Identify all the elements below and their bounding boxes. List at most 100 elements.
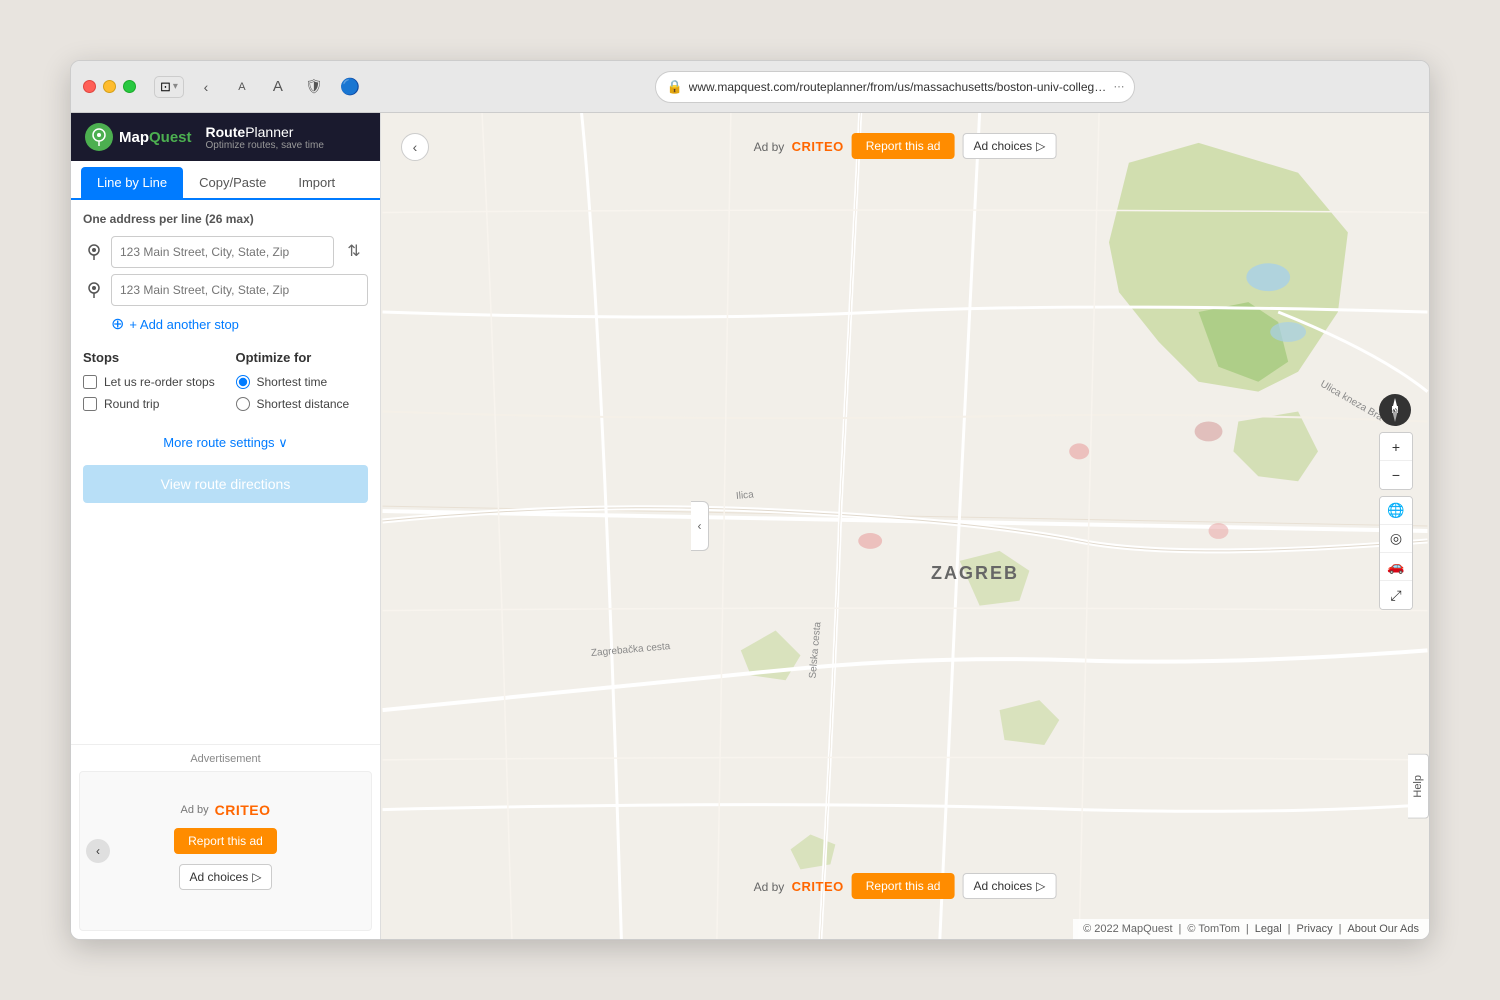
text-size-large[interactable]: A (264, 73, 292, 101)
sidebar-toggle-button[interactable]: ⊡ ▾ (154, 76, 184, 98)
optimize-title: Optimize for (236, 350, 369, 365)
route-planner-branding: RoutePlanner Optimize routes, save time (206, 124, 324, 151)
back-arrow-icon: ‹ (413, 139, 418, 155)
browser-content: MapQuest RoutePlanner Optimize routes, s… (71, 113, 1429, 939)
map-ad-bottom-choices-icon: ▷ (1036, 879, 1045, 893)
tab-line-by-line[interactable]: Line by Line (81, 167, 183, 198)
zoom-in-button[interactable]: + (1380, 433, 1412, 461)
tab-import[interactable]: Import (282, 167, 351, 198)
zoom-out-button[interactable]: − (1380, 461, 1412, 489)
route-tagline: Optimize routes, save time (206, 140, 324, 151)
shield-icon[interactable]: 🛡 (300, 73, 328, 101)
sidebar-body: One address per line (26 max) (71, 200, 380, 744)
add-icon: ⊕ (111, 314, 124, 334)
stops-title: Stops (83, 350, 216, 365)
map-ad-bottom-report-button[interactable]: Report this ad (852, 873, 955, 899)
origin-icon (83, 241, 105, 263)
route-planner-label: RoutePlanner (206, 124, 324, 140)
planner-light: Planner (245, 124, 293, 140)
footer-about-ads-link[interactable]: About Our Ads (1347, 923, 1419, 935)
round-trip-option: Round trip (83, 397, 216, 411)
sidebar-ad-choices-label: Ad choices (190, 870, 249, 884)
reorder-stops-option: Let us re-order stops (83, 375, 216, 389)
browser-controls: ⊡ ▾ ‹ A A 🛡 🔵 (154, 73, 364, 101)
fullscreen-button[interactable]: ⤢ (1380, 581, 1412, 609)
reorder-stops-checkbox[interactable] (83, 375, 97, 389)
footer-sep3: | (1288, 923, 1291, 935)
round-trip-checkbox[interactable] (83, 397, 97, 411)
traffic-light-maximize[interactable] (123, 80, 136, 93)
map-background (381, 113, 1429, 939)
options-section: Stops Let us re-order stops Round trip O… (83, 350, 368, 419)
more-settings-label: More route settings (163, 435, 274, 450)
brand-quest: Quest (149, 129, 192, 146)
mapquest-brand: MapQuest (119, 129, 192, 146)
back-button[interactable]: ‹ (192, 73, 220, 101)
globe-view-button[interactable]: 🌐 (1380, 497, 1412, 525)
brand-map: Map (119, 129, 149, 146)
map-ad-bottom-choices-button[interactable]: Ad choices ▷ (962, 873, 1056, 899)
extension-icon[interactable]: 🔵 (336, 73, 364, 101)
address-bar[interactable]: 🔒 www.mapquest.com/routeplanner/from/us/… (655, 71, 1135, 103)
address-hint: One address per line (26 max) (83, 212, 368, 226)
shortest-distance-label: Shortest distance (257, 397, 350, 411)
map-type-controls: 🌐 ◎ 🚗 ⤢ (1379, 496, 1413, 610)
more-settings-toggle[interactable]: More route settings ∨ (83, 435, 368, 451)
footer-tomtom: © TomTom (1187, 923, 1240, 935)
footer-sep4: | (1339, 923, 1342, 935)
add-stop-button[interactable]: ⊕ + Add another stop (111, 314, 239, 334)
view-route-directions-button[interactable]: View route directions (83, 465, 368, 503)
destination-input[interactable] (111, 274, 368, 306)
url-text: www.mapquest.com/routeplanner/from/us/ma… (689, 80, 1108, 94)
shortest-time-label: Shortest time (257, 375, 328, 389)
sidebar-report-ad-button[interactable]: Report this ad (174, 828, 277, 854)
map-ad-top-choices-icon: ▷ (1036, 139, 1045, 153)
collapse-arrow-icon: ‹ (698, 519, 702, 533)
round-trip-label: Round trip (104, 397, 159, 411)
optimize-options-col: Optimize for Shortest time Shortest dist… (236, 350, 369, 419)
footer-copyright: © 2022 MapQuest (1083, 923, 1172, 935)
swap-button[interactable]: ⇅ (340, 238, 368, 266)
sidebar-ad-label: Advertisement (79, 753, 372, 765)
shortest-time-radio[interactable] (236, 375, 250, 389)
browser-titlebar: ⊡ ▾ ‹ A A 🛡 🔵 🔒 www.mapquest.com/routepl… (71, 61, 1429, 113)
map-ad-bottom-choices-label: Ad choices (973, 879, 1032, 893)
location-button[interactable]: ◎ (1380, 525, 1412, 553)
traffic-light-close[interactable] (83, 80, 96, 93)
sidebar: MapQuest RoutePlanner Optimize routes, s… (71, 113, 381, 939)
map-ad-top-criteo: CRITEO (792, 139, 844, 154)
footer-sep1: | (1179, 923, 1182, 935)
sidebar-ad-prev-button[interactable]: ‹ (86, 839, 110, 863)
shortest-distance-option: Shortest distance (236, 397, 369, 411)
shortest-distance-radio[interactable] (236, 397, 250, 411)
sidebar-ad-by-row: Ad by CRITEO (180, 802, 270, 818)
reorder-stops-label: Let us re-order stops (104, 375, 215, 389)
chevron-down-icon: ∨ (278, 435, 288, 450)
origin-input[interactable] (111, 236, 334, 268)
footer-privacy-link[interactable]: Privacy (1297, 923, 1333, 935)
sidebar-ad-choices-icon: ▷ (252, 870, 261, 884)
sidebar-ad-choices-button[interactable]: Ad choices ▷ (179, 864, 273, 890)
shortest-time-option: Shortest time (236, 375, 369, 389)
route-bold: Route (206, 124, 246, 140)
map-ad-top-report-button[interactable]: Report this ad (852, 133, 955, 159)
footer-legal-link[interactable]: Legal (1255, 923, 1282, 935)
help-tab[interactable]: Help (1408, 754, 1429, 819)
sidebar-collapse-button[interactable]: ‹ (691, 501, 709, 551)
map-area[interactable]: ZAGREB Ilica Selska cesta Zagrebačka ces… (381, 113, 1429, 939)
map-ad-top-choices-button[interactable]: Ad choices ▷ (962, 133, 1056, 159)
traffic-button[interactable]: 🚗 (1380, 553, 1412, 581)
browser-window: ⊡ ▾ ‹ A A 🛡 🔵 🔒 www.mapquest.com/routepl… (70, 60, 1430, 940)
text-size-small[interactable]: A (228, 73, 256, 101)
map-ad-top: Ad by CRITEO Report this ad Ad choices ▷ (754, 133, 1057, 159)
map-back-button[interactable]: ‹ (401, 133, 429, 161)
view-directions-label: View route directions (161, 476, 291, 492)
zoom-controls: + − (1379, 432, 1413, 490)
traffic-light-minimize[interactable] (103, 80, 116, 93)
tab-bar: Line by Line Copy/Paste Import (71, 161, 380, 200)
compass-rose[interactable]: N (1379, 394, 1411, 426)
tab-copy-paste[interactable]: Copy/Paste (183, 167, 282, 198)
map-ad-bottom-by: Ad by CRITEO (754, 879, 844, 894)
sidebar-criteo-logo: CRITEO (215, 802, 271, 818)
address-inputs: ⇅ (83, 236, 368, 306)
